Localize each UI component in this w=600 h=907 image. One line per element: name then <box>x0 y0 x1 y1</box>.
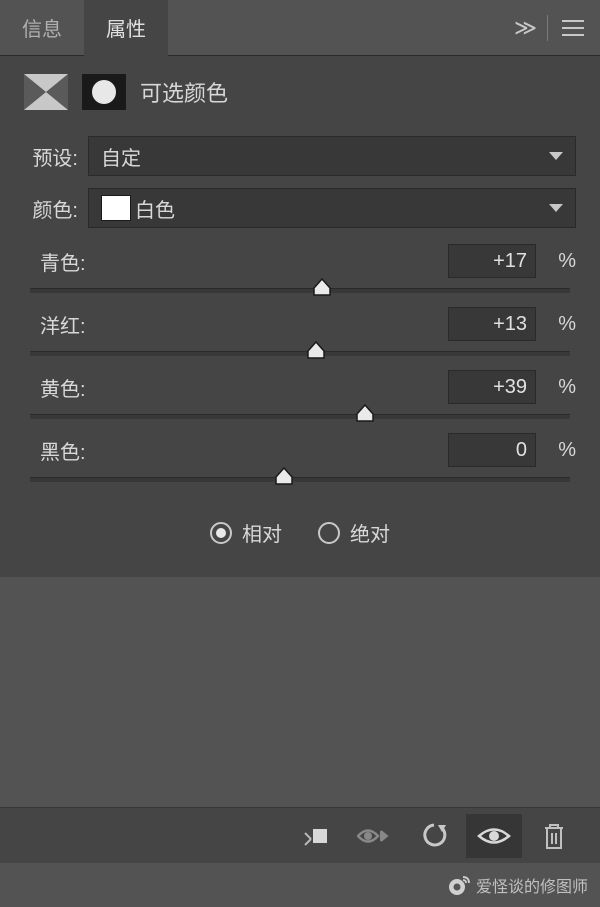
radio-relative-label: 相对 <box>242 518 282 547</box>
yellow-input[interactable] <box>448 370 536 404</box>
tab-info[interactable]: 信息 <box>0 0 84 58</box>
percent-label: % <box>536 439 576 462</box>
cyan-input[interactable] <box>448 244 536 278</box>
preset-select[interactable]: 自定 <box>88 136 576 176</box>
divider <box>547 15 548 41</box>
watermark: 爱怪谈的修图师 <box>448 873 588 897</box>
delete-button[interactable] <box>526 814 582 858</box>
view-previous-button[interactable] <box>346 814 402 858</box>
preset-label: 预设: <box>24 142 78 171</box>
slider-thumb[interactable] <box>306 341 326 359</box>
slider-thumb[interactable] <box>312 278 332 296</box>
color-label: 颜色: <box>24 194 78 223</box>
toggle-visibility-button[interactable] <box>466 814 522 858</box>
color-value: 白色 <box>135 194 175 223</box>
yellow-label: 黄色: <box>24 373 448 402</box>
radio-absolute-label: 绝对 <box>350 518 390 547</box>
magenta-slider[interactable] <box>30 351 570 356</box>
chevron-down-icon <box>549 204 563 212</box>
clip-to-layer-button[interactable] <box>286 814 342 858</box>
slider-thumb[interactable] <box>274 467 294 485</box>
black-input[interactable] <box>448 433 536 467</box>
black-slider[interactable] <box>30 477 570 482</box>
percent-label: % <box>536 376 576 399</box>
mask-icon[interactable] <box>82 74 126 110</box>
watermark-text: 爱怪谈的修图师 <box>476 873 588 897</box>
magenta-label: 洋红: <box>24 310 448 339</box>
magenta-input[interactable] <box>448 307 536 341</box>
tab-properties[interactable]: 属性 <box>84 0 168 58</box>
yellow-slider[interactable] <box>30 414 570 419</box>
cyan-label: 青色: <box>24 247 448 276</box>
panel-menu-icon[interactable] <box>562 20 584 36</box>
reset-button[interactable] <box>406 814 462 858</box>
slider-thumb[interactable] <box>355 404 375 422</box>
color-swatch <box>101 195 131 221</box>
preset-value: 自定 <box>101 142 141 171</box>
percent-label: % <box>536 313 576 336</box>
black-label: 黑色: <box>24 436 448 465</box>
chevron-down-icon <box>549 152 563 160</box>
panel-title: 可选颜色 <box>140 76 228 108</box>
radio-relative[interactable]: 相对 <box>210 518 282 547</box>
radio-absolute[interactable]: 绝对 <box>318 518 390 547</box>
percent-label: % <box>536 250 576 273</box>
collapse-icon[interactable]: ≫ <box>514 15 533 41</box>
color-select[interactable]: 白色 <box>88 188 576 228</box>
adjustment-icon <box>24 74 68 110</box>
cyan-slider[interactable] <box>30 288 570 293</box>
